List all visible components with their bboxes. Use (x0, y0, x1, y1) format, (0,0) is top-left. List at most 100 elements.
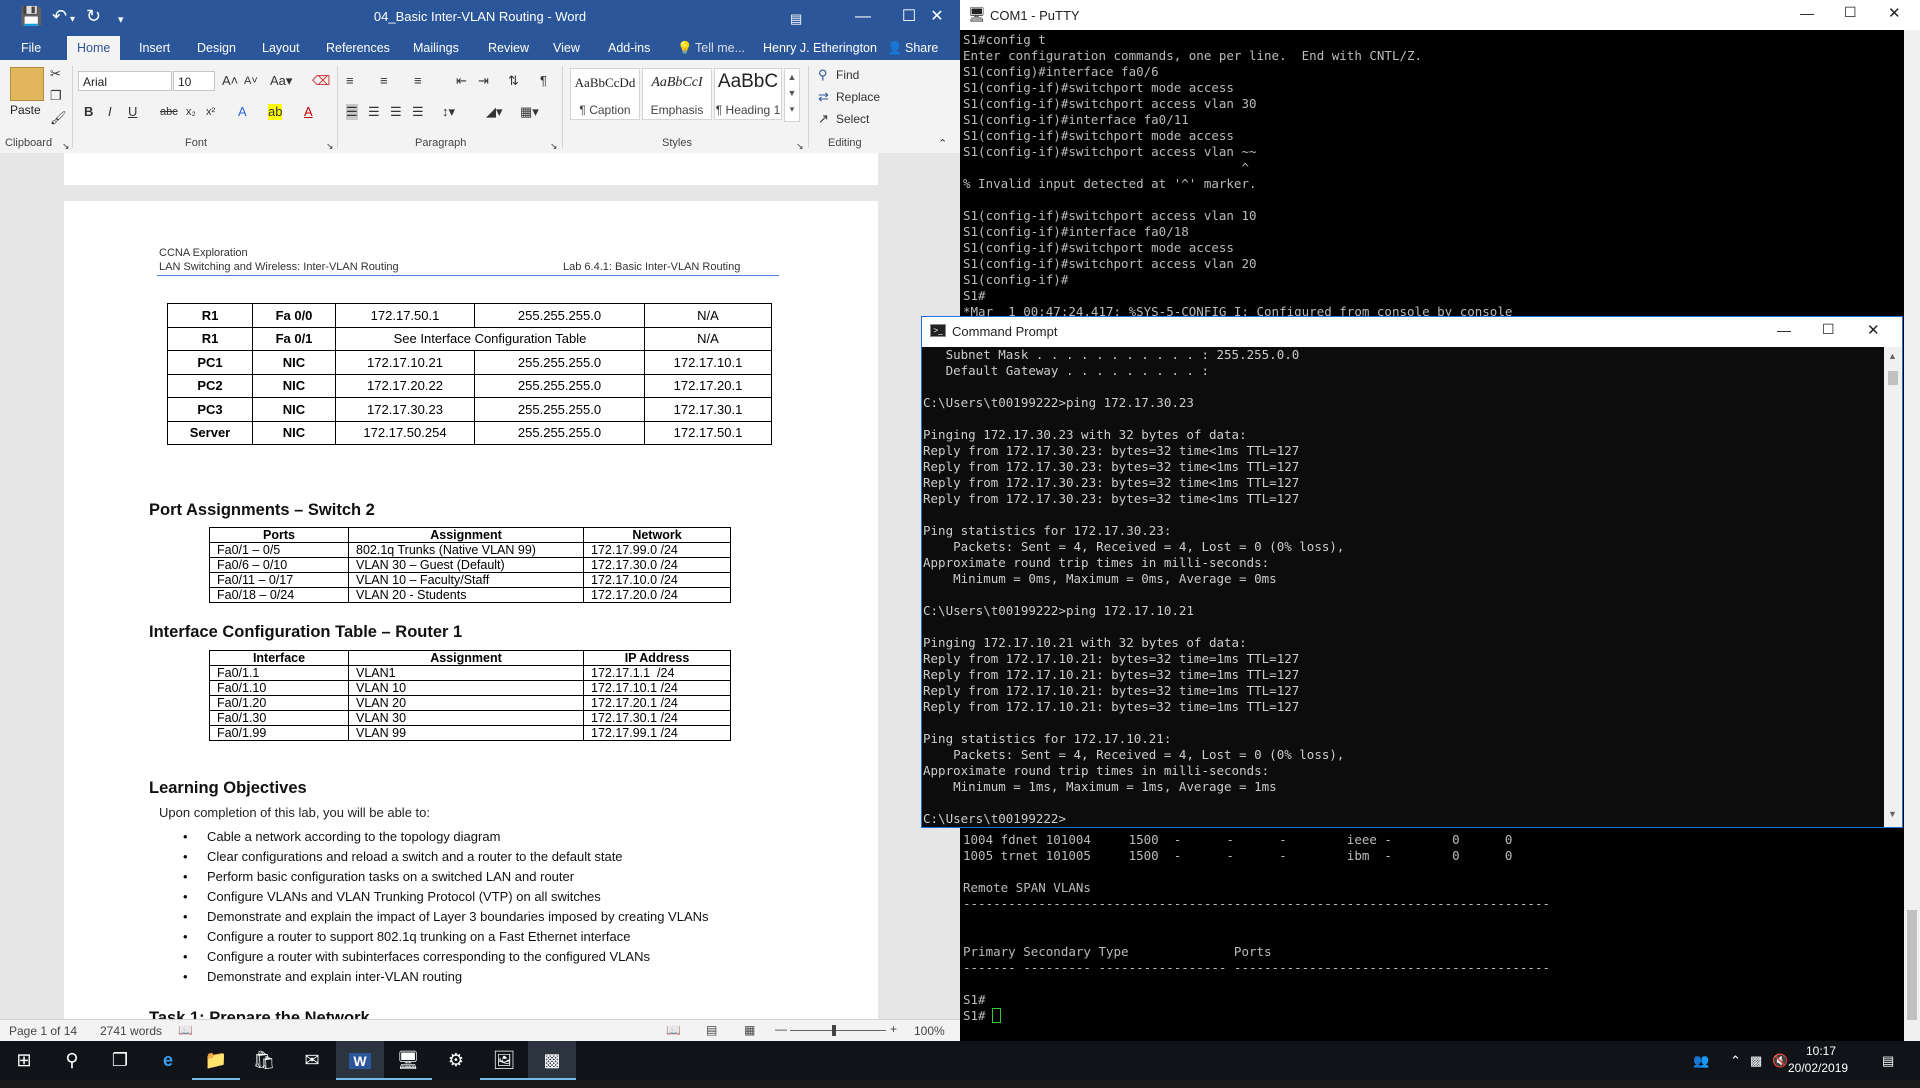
replace-icon[interactable]: ⇄ (818, 89, 829, 105)
paste-button[interactable]: Paste (10, 103, 41, 117)
text-effects-icon[interactable]: A (238, 104, 247, 120)
undo-icon[interactable]: ↶ (52, 6, 67, 26)
underline-icon[interactable]: U (128, 104, 137, 120)
zoom-slider-thumb[interactable] (832, 1025, 836, 1036)
paragraph-launcher-icon[interactable]: ↘ (550, 138, 558, 154)
align-right-icon[interactable]: ☰ (390, 104, 402, 120)
maximize-button[interactable]: ☐ (1822, 321, 1835, 338)
tab-home[interactable]: Home (67, 36, 121, 60)
share-icon[interactable]: 👤 (887, 38, 903, 60)
file-explorer-icon[interactable]: 📁 (192, 1041, 240, 1080)
tab-mailings[interactable]: Mailings (413, 38, 459, 60)
tab-design[interactable]: Design (197, 38, 236, 60)
scroll-down-icon[interactable]: ▼ (1888, 809, 1897, 819)
people-icon[interactable]: 👥 (1693, 1041, 1709, 1080)
word-taskbar-icon[interactable]: W (336, 1041, 384, 1080)
tab-review[interactable]: Review (488, 38, 529, 60)
zoom-slider[interactable] (790, 1030, 886, 1031)
putty-taskbar-icon[interactable]: 🖥 (384, 1041, 432, 1080)
close-button[interactable]: ✕ (1888, 4, 1901, 22)
scrollbar-thumb[interactable] (1888, 371, 1898, 385)
tab-add-ins[interactable]: Add-ins (608, 38, 650, 60)
redo-icon[interactable]: ↻ (86, 6, 101, 26)
tab-view[interactable]: View (553, 38, 580, 60)
sort-icon[interactable]: ⇅ (508, 73, 519, 89)
shading-icon[interactable]: ◢▾ (486, 104, 503, 120)
task-view-icon[interactable]: ❐ (96, 1041, 144, 1080)
borders-icon[interactable]: ▦▾ (520, 104, 539, 120)
cmd-taskbar-icon[interactable]: ▩ (528, 1041, 576, 1080)
bullets-icon[interactable]: ≡ (346, 73, 354, 89)
grow-font-icon[interactable]: A˄ (222, 73, 238, 89)
cmd-scrollbar[interactable]: ▲ ▼ (1884, 347, 1902, 827)
cmd-terminal-output[interactable]: Subnet Mask . . . . . . . . . . . : 255.… (923, 347, 1344, 827)
read-mode-icon[interactable]: 📖 (666, 1023, 681, 1037)
close-button[interactable]: ✕ (914, 0, 960, 34)
styles-scroll[interactable]: ▲ ▼ ▾ (784, 68, 800, 122)
numbering-icon[interactable]: ≡ (380, 73, 388, 89)
show-formatting-icon[interactable]: ¶ (540, 73, 547, 89)
font-name-select[interactable]: Arial (78, 71, 172, 91)
customize-qat-icon[interactable]: ▾ (118, 10, 124, 30)
network-app-icon[interactable]: 🖼 (480, 1041, 528, 1080)
scrollbar-thumb[interactable] (1907, 910, 1917, 1020)
volume-icon[interactable]: 🔇 (1772, 1041, 1788, 1080)
styles-launcher-icon[interactable]: ↘ (796, 138, 804, 154)
tab-layout[interactable]: Layout (262, 38, 300, 60)
style-caption[interactable]: AaBbCcDd ¶ Caption (570, 68, 640, 120)
select-icon[interactable]: ↗ (818, 111, 829, 127)
close-button[interactable]: ✕ (1867, 321, 1880, 339)
change-case-icon[interactable]: Aa▾ (270, 73, 292, 89)
font-size-select[interactable]: 10 (173, 71, 215, 91)
paste-icon[interactable] (10, 67, 44, 101)
clear-formatting-icon[interactable]: ⌫ (312, 73, 330, 89)
find-icon[interactable]: ⚲ (818, 67, 828, 83)
increase-indent-icon[interactable]: ⇥ (478, 73, 489, 89)
tab-insert[interactable]: Insert (139, 38, 170, 60)
putty-scrollbar[interactable] (1904, 30, 1920, 1041)
edge-icon[interactable]: e (144, 1041, 192, 1080)
tell-me-box[interactable]: Tell me... (695, 38, 745, 60)
find-button[interactable]: Find (836, 67, 859, 83)
putty-terminal-output[interactable]: S1#config t Enter configuration commands… (963, 32, 1512, 320)
multilevel-list-icon[interactable]: ≡ (414, 73, 422, 89)
copy-icon[interactable]: ❐ (50, 88, 62, 104)
cut-icon[interactable]: ✂ (50, 66, 61, 82)
style-heading-1[interactable]: AaBbC ¶ Heading 1 (714, 68, 782, 120)
store-icon[interactable]: 🛍 (240, 1041, 288, 1080)
subscript-icon[interactable]: x₂ (186, 104, 196, 120)
minimize-button[interactable]: — (1777, 322, 1791, 338)
minimize-button[interactable]: — (1800, 5, 1814, 21)
notifications-icon[interactable]: ▤ (1882, 1041, 1894, 1080)
style-emphasis[interactable]: AaBbCcI Emphasis (642, 68, 712, 120)
justify-icon[interactable]: ☰ (412, 104, 424, 120)
print-layout-icon[interactable]: ▤ (706, 1023, 717, 1037)
tab-references[interactable]: References (326, 38, 390, 60)
save-icon[interactable]: 💾 (20, 6, 42, 26)
share-button[interactable]: Share (905, 38, 938, 60)
font-color-icon[interactable]: A (304, 104, 313, 120)
collapse-ribbon-icon[interactable]: ⌃ (938, 136, 947, 152)
strikethrough-icon[interactable]: abc (160, 104, 178, 120)
start-button[interactable]: ⊞ (0, 1041, 48, 1080)
scroll-up-icon[interactable]: ▲ (1888, 351, 1897, 361)
clipboard-launcher-icon[interactable]: ↘ (62, 138, 70, 154)
shrink-font-icon[interactable]: A˅ (244, 73, 258, 89)
highlight-icon[interactable]: ab (268, 104, 283, 120)
bold-icon[interactable]: B (84, 104, 93, 120)
zoom-out-icon[interactable]: — (775, 1022, 787, 1036)
zoom-in-icon[interactable]: + (890, 1022, 897, 1036)
web-layout-icon[interactable]: ▦ (744, 1023, 755, 1037)
align-left-icon[interactable]: ☰ (346, 104, 358, 120)
line-spacing-icon[interactable]: ↕▾ (442, 104, 455, 120)
ribbon-display-icon[interactable]: ▤ (790, 9, 802, 29)
page-count[interactable]: Page 1 of 14 (9, 1024, 77, 1038)
align-center-icon[interactable]: ☰ (368, 104, 380, 120)
mail-icon[interactable]: ✉ (288, 1041, 336, 1080)
clock-date[interactable]: 20/02/2019 (1788, 1049, 1848, 1088)
maximize-button[interactable]: ☐ (1844, 4, 1857, 21)
replace-button[interactable]: Replace (836, 89, 880, 105)
putty-terminal-output-lower[interactable]: 1004 fdnet 101004 1500 - - - ieee - 0 0 … (963, 832, 1550, 1024)
settings-gear-icon[interactable]: ⚙ (432, 1041, 480, 1080)
network-icon[interactable]: ▩ (1750, 1041, 1762, 1080)
